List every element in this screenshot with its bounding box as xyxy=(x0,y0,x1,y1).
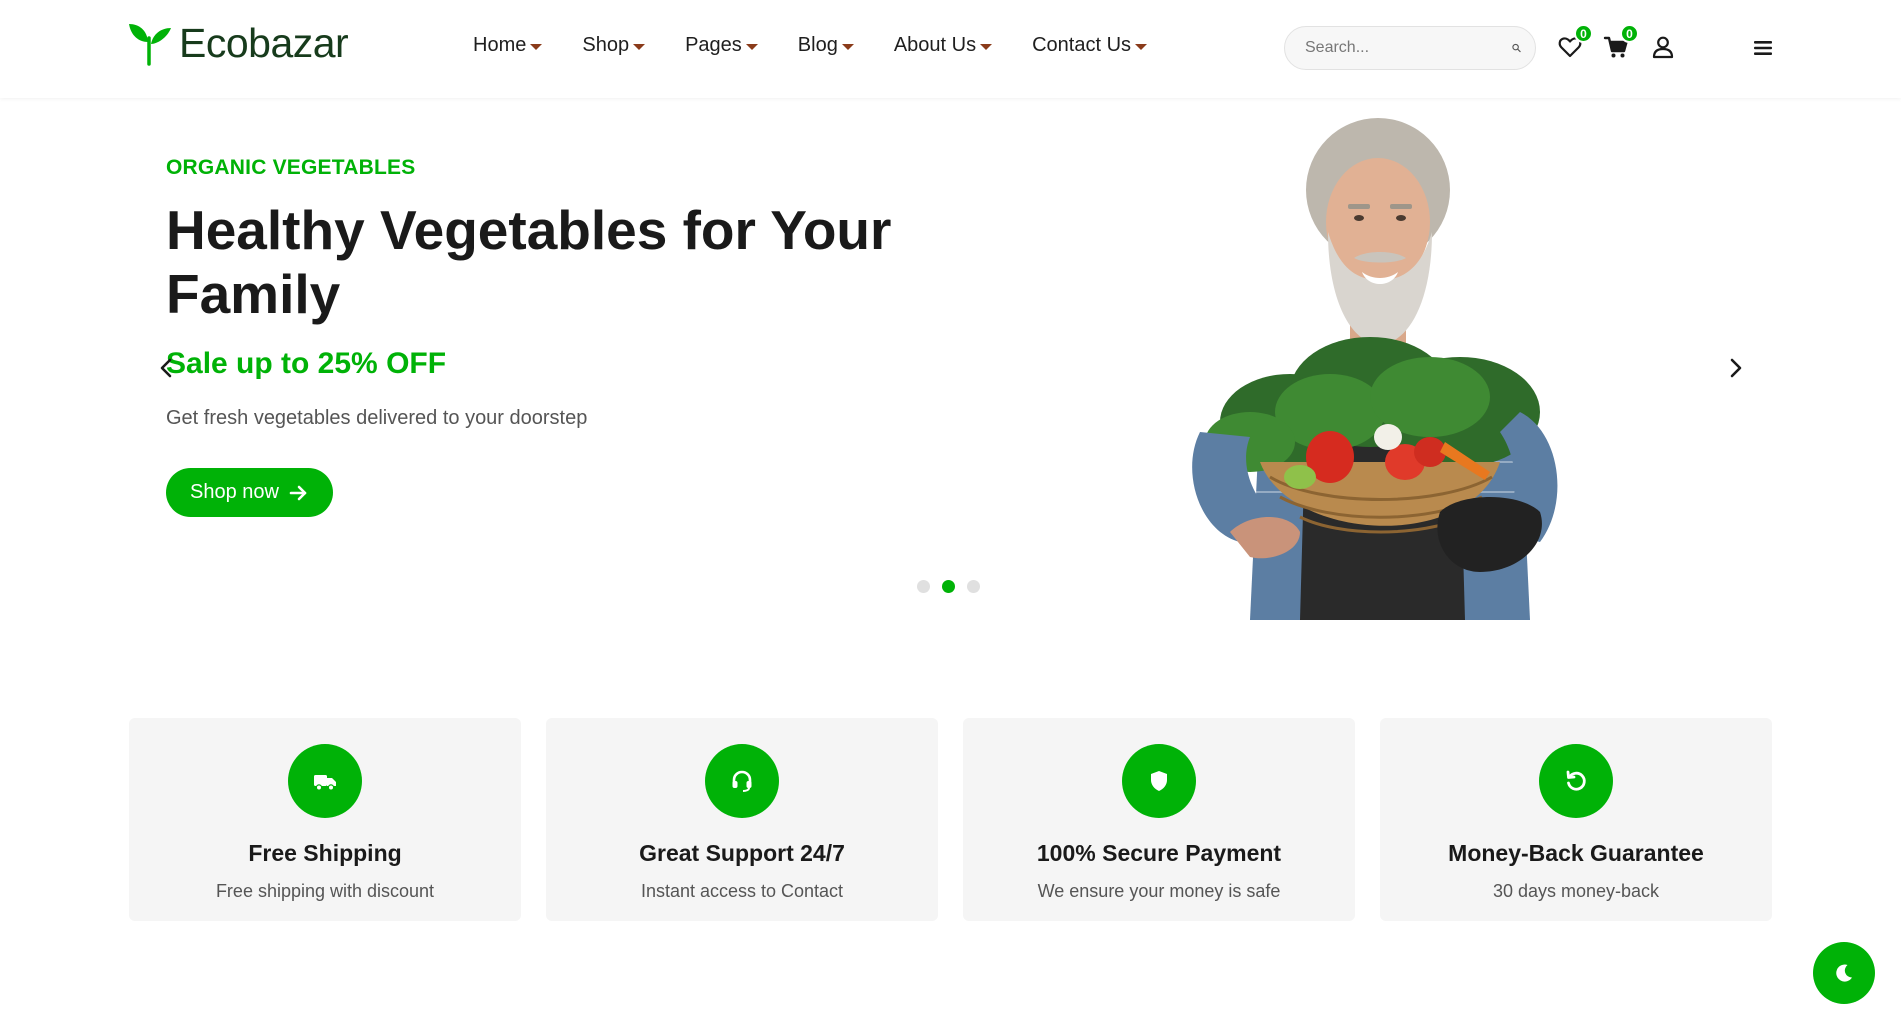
user-icon xyxy=(1652,36,1674,59)
nav-item-label: Blog xyxy=(797,34,838,56)
nav-item-label: Pages xyxy=(685,34,742,56)
nav-item-label: Shop xyxy=(582,34,630,56)
main-nav: Home Shop Pages Blog About Us Contact Us xyxy=(473,34,1187,57)
feature-title: Free Shipping xyxy=(248,840,402,866)
search-icon[interactable] xyxy=(1512,38,1521,58)
cart-button[interactable]: 0 xyxy=(1603,24,1639,60)
hero-eyebrow: ORGANIC VEGETABLES xyxy=(166,156,416,179)
wishlist-button[interactable]: 0 xyxy=(1557,24,1593,60)
menu-icon[interactable] xyxy=(1752,38,1774,58)
caret-down-icon xyxy=(841,43,854,50)
slider-next-arrow-icon[interactable] xyxy=(1726,356,1746,380)
hero-description: Get fresh vegetables delivered to your d… xyxy=(166,407,588,429)
feature-title: Great Support 24/7 xyxy=(639,840,845,866)
caret-down-icon xyxy=(980,43,993,50)
feature-icon-circle xyxy=(1539,744,1613,818)
feature-title: Money-Back Guarantee xyxy=(1448,840,1704,866)
slider-dot-active[interactable] xyxy=(942,580,955,593)
logo[interactable]: Ecobazar xyxy=(127,20,349,67)
shop-now-button[interactable]: Shop now xyxy=(166,468,333,517)
caret-down-icon xyxy=(745,43,758,50)
hero-sale-text: Sale up to 25% OFF xyxy=(166,347,447,380)
feature-title: 100% Secure Payment xyxy=(1036,840,1282,866)
feature-card: 100% Secure Payment We ensure your money… xyxy=(963,718,1355,921)
nav-item-shop[interactable]: Shop xyxy=(582,34,646,57)
arrow-right-icon xyxy=(289,485,307,500)
caret-down-icon xyxy=(633,43,646,50)
wishlist-count-badge: 0 xyxy=(1574,24,1593,43)
slider-prev-arrow-icon[interactable] xyxy=(156,356,176,380)
features-row: Free Shipping Free shipping with discoun… xyxy=(129,718,1772,921)
nav-item-label: Contact Us xyxy=(1032,34,1132,56)
feature-icon-circle xyxy=(705,744,779,818)
nav-item-label: Home xyxy=(473,34,527,56)
caret-down-icon xyxy=(1135,43,1148,50)
feature-subtitle: Instant access to Contact xyxy=(640,881,844,901)
hero-title: Healthy Vegetables for Your Family xyxy=(166,199,892,325)
shield-icon xyxy=(1151,771,1167,791)
leaf-logo-icon xyxy=(129,23,171,66)
refresh-icon xyxy=(1566,770,1586,791)
nav-item-home[interactable]: Home xyxy=(473,34,543,57)
headset-icon xyxy=(732,770,752,792)
search-box xyxy=(1284,26,1536,70)
nav-item-about-us[interactable]: About Us xyxy=(893,34,993,57)
hero-farmer-image xyxy=(1192,118,1558,620)
nav-item-blog[interactable]: Blog xyxy=(798,34,854,57)
feature-card: Money-Back Guarantee 30 days money-back xyxy=(1380,718,1772,921)
cart-count-badge: 0 xyxy=(1620,24,1639,43)
search-input[interactable] xyxy=(1305,39,1512,57)
page: Ecobazar Home Shop Pages Blog About Us C… xyxy=(0,0,1901,1024)
feature-subtitle: 30 days money-back xyxy=(1492,881,1660,901)
slider-dot[interactable] xyxy=(967,580,980,593)
nav-item-pages[interactable]: Pages xyxy=(685,34,758,57)
slider-pagination xyxy=(917,580,980,593)
brand-name: Ecobazar xyxy=(179,20,349,66)
feature-icon-circle xyxy=(288,744,362,818)
feature-subtitle: Free shipping with discount xyxy=(215,881,435,901)
truck-icon xyxy=(314,775,336,791)
caret-down-icon xyxy=(530,43,543,50)
feature-icon-circle xyxy=(1122,744,1196,818)
nav-item-label: About Us xyxy=(893,34,977,56)
shop-now-label: Shop now xyxy=(190,481,279,503)
account-button[interactable] xyxy=(1650,34,1676,60)
slider-dot[interactable] xyxy=(917,580,930,593)
site-header: Ecobazar Home Shop Pages Blog About Us C… xyxy=(0,0,1901,98)
theme-toggle-button[interactable] xyxy=(1813,942,1875,1004)
moon-icon xyxy=(1836,964,1852,982)
feature-card: Great Support 24/7 Instant access to Con… xyxy=(546,718,938,921)
feature-card: Free Shipping Free shipping with discoun… xyxy=(129,718,521,921)
feature-subtitle: We ensure your money is safe xyxy=(1037,881,1281,901)
nav-item-contact-us[interactable]: Contact Us xyxy=(1032,34,1148,57)
